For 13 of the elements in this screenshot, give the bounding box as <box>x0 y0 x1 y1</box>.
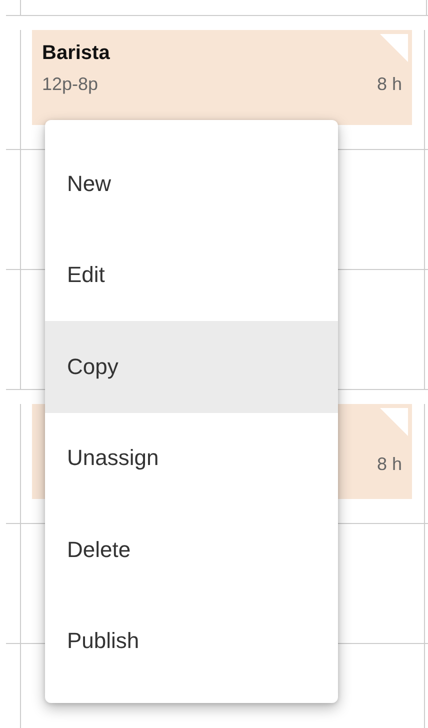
grid-cell[interactable]: Barista 12p-8p 8 h <box>20 30 425 149</box>
menu-item[interactable]: Unassign <box>45 412 338 504</box>
shift-card[interactable]: Barista 12p-8p 8 h <box>32 30 412 125</box>
menu-item[interactable]: Delete <box>45 504 338 596</box>
shift-title: Barista <box>42 42 110 66</box>
menu-item[interactable]: Copy <box>45 321 338 412</box>
menu-item[interactable]: Edit <box>45 230 338 321</box>
corner-fold-icon <box>380 34 408 62</box>
menu-item[interactable]: Publish <box>45 596 338 687</box>
shift-hours: 8 h <box>376 454 402 475</box>
shift-time: 12p-8p <box>42 74 98 95</box>
corner-fold-icon <box>380 408 408 436</box>
shift-hours: 8 h <box>376 74 402 95</box>
